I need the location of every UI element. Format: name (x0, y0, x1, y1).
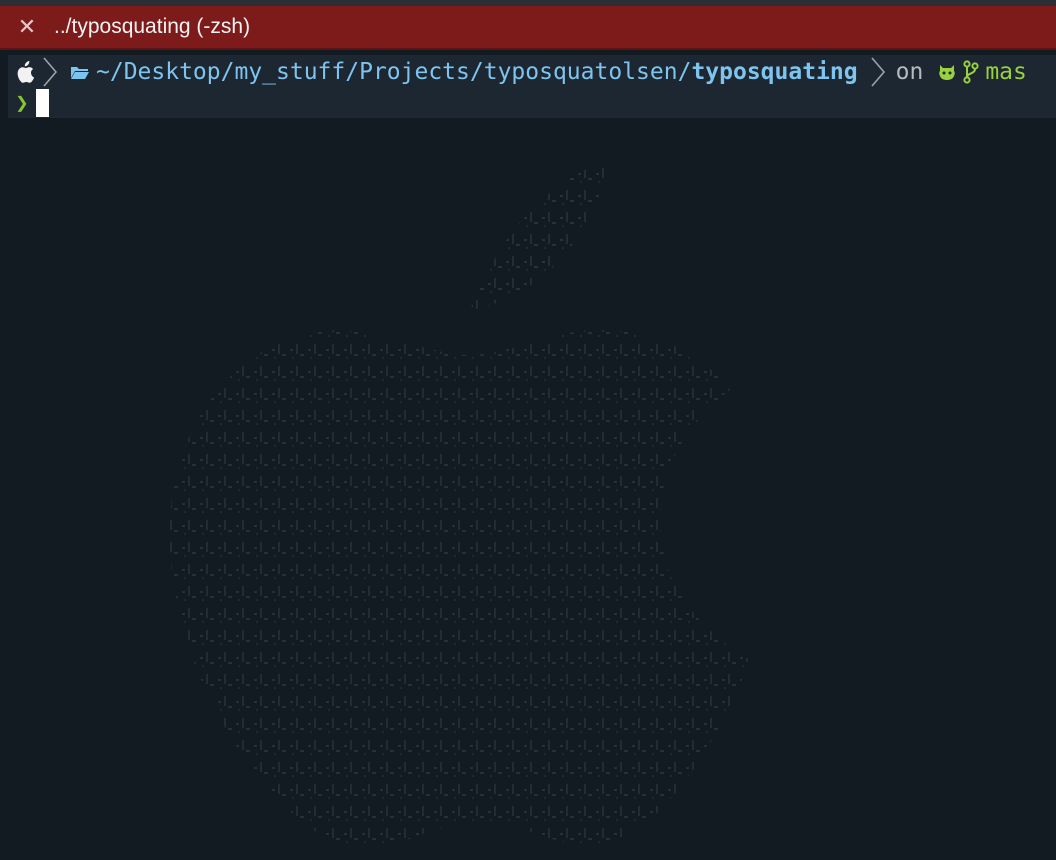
terminal-tab[interactable]: ✕ ../typosquating (-zsh) (0, 6, 1056, 50)
apple-icon (8, 60, 42, 83)
git-branch-name: mas (985, 58, 1027, 85)
segment-separator (42, 55, 64, 88)
folder-icon (70, 64, 90, 80)
prompt-arrow: ❯ (15, 90, 29, 116)
input-line[interactable]: ❯ (8, 88, 1056, 118)
prompt-line: ~/Desktop/my_stuff/Projects/typosquatols… (8, 55, 1056, 88)
tab-title: ../typosquating (-zsh) (54, 15, 251, 38)
segment-separator (870, 55, 892, 88)
background-apple-ascii-art (169, 160, 750, 847)
current-directory: typosquating (691, 58, 858, 85)
text-cursor (36, 89, 49, 117)
git-branch-icon (963, 59, 979, 84)
github-octocat-icon (937, 62, 957, 82)
path-prefix: ~/Desktop/my_stuff/Projects/typosquatols… (96, 58, 692, 85)
on-label: on (895, 58, 924, 85)
close-icon[interactable]: ✕ (0, 15, 54, 40)
